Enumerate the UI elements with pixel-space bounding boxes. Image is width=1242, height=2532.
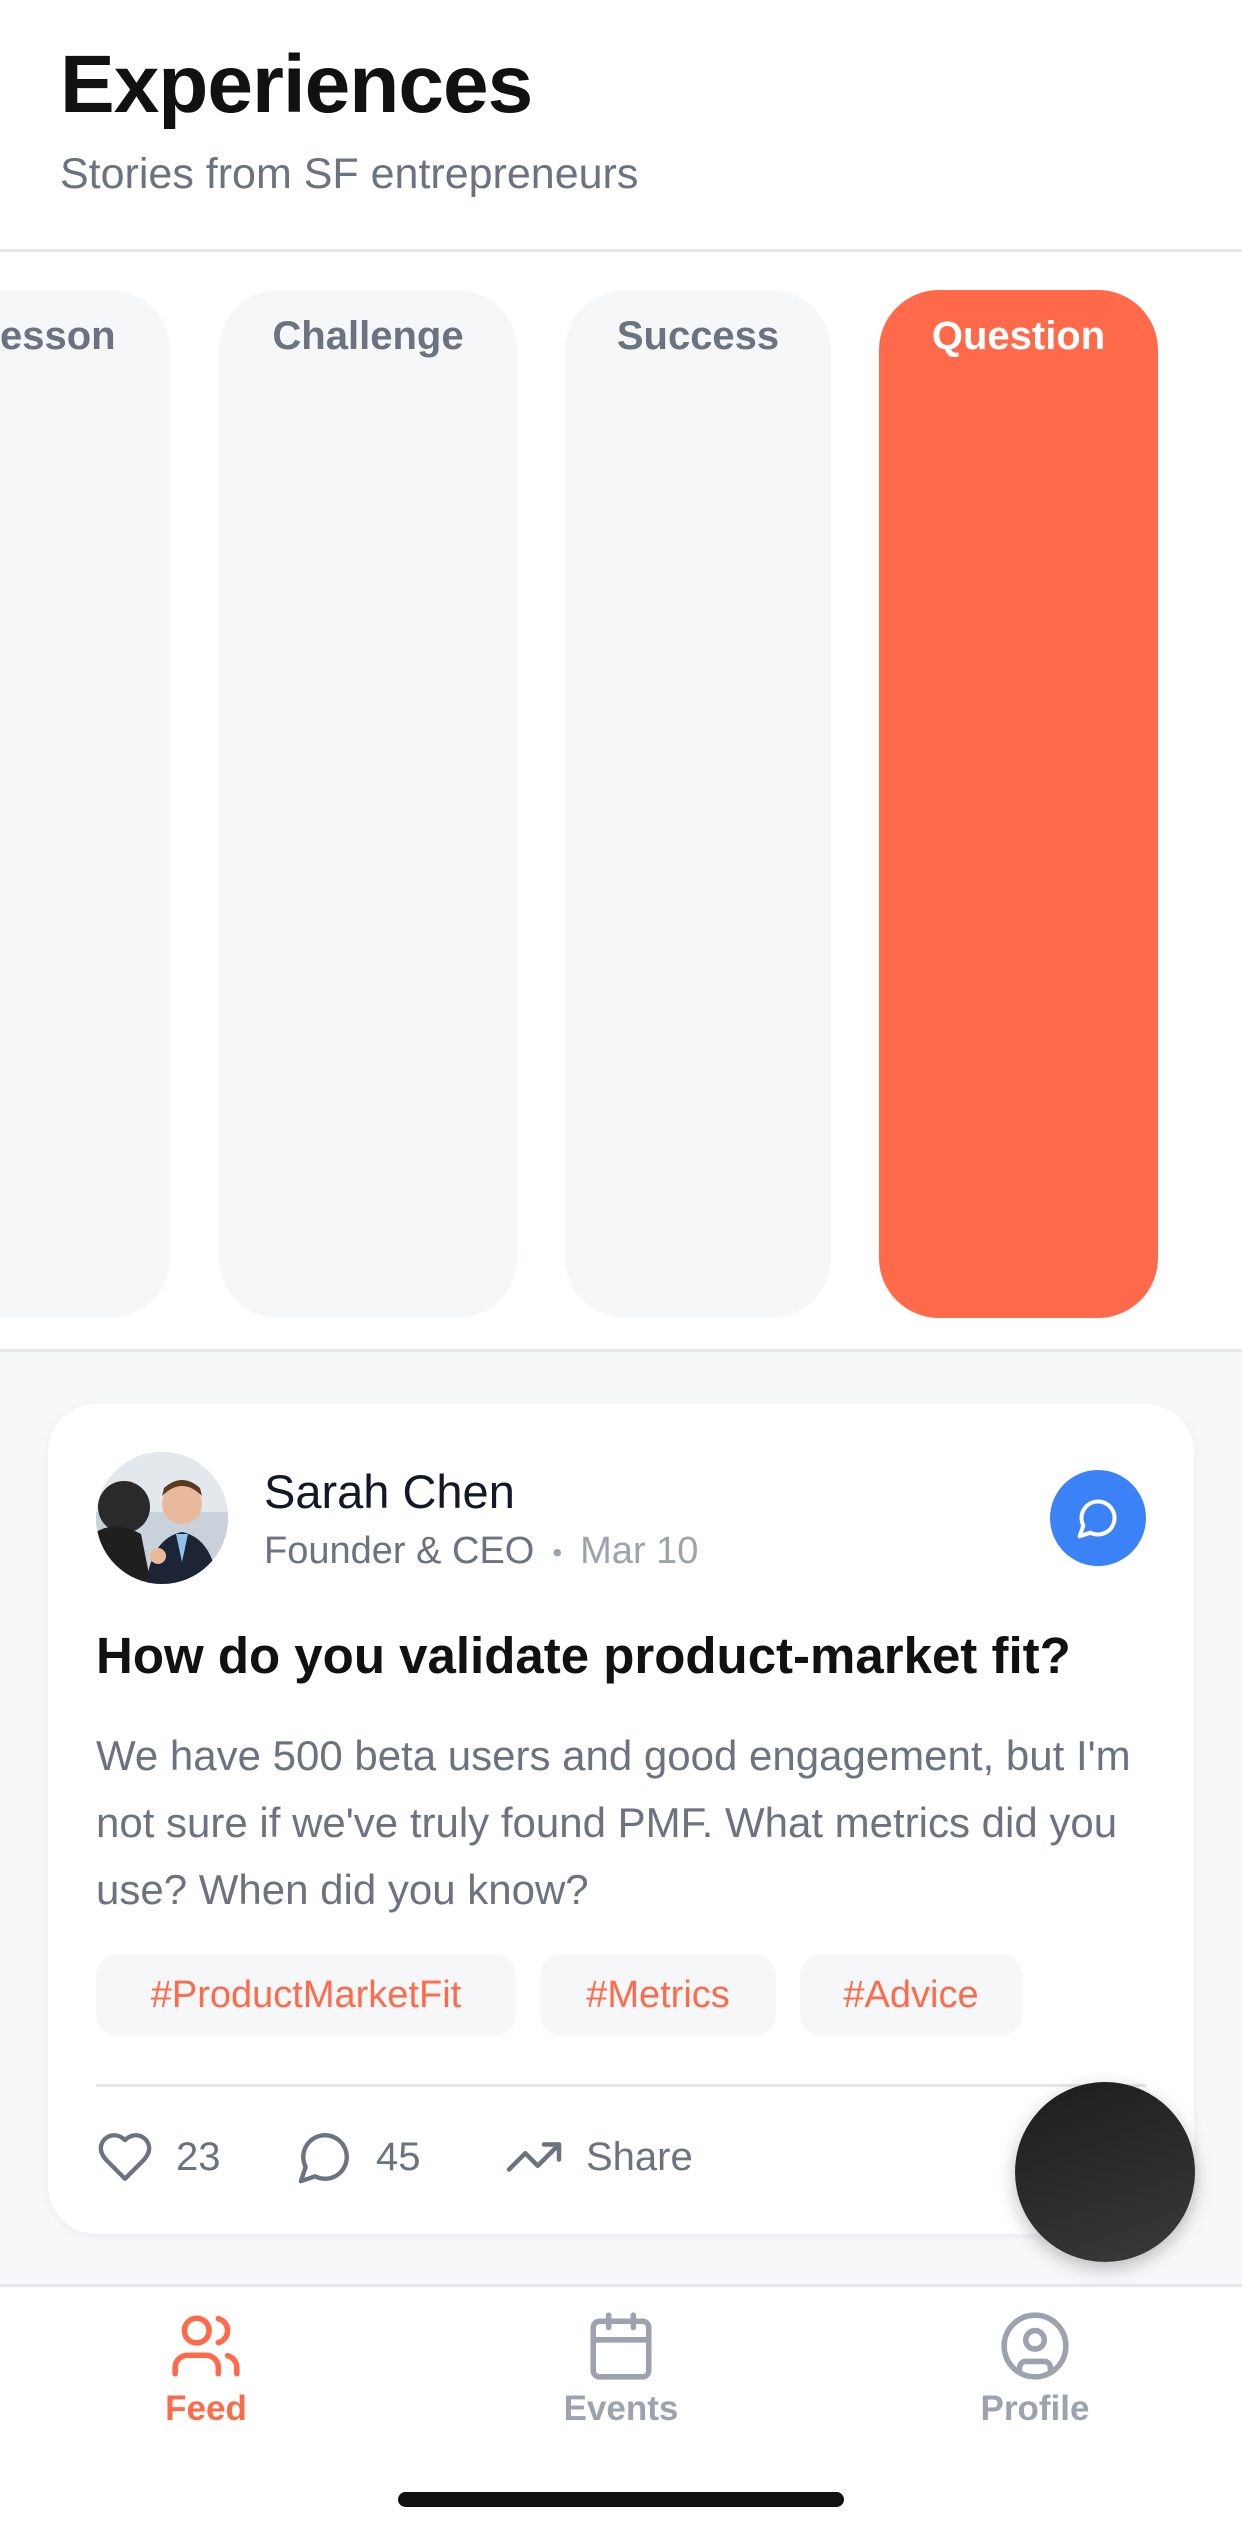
filter-chip-challenge[interactable]: Challenge: [219, 290, 517, 1318]
author-meta: Founder & CEO • Mar 10: [264, 1530, 698, 1573]
share-label: Share: [586, 2134, 693, 2179]
share-button[interactable]: Share: [504, 2124, 693, 2190]
tab-label: Profile: [980, 2389, 1090, 2428]
tab-events[interactable]: Events: [471, 2309, 771, 2459]
header: Experiences Stories from SF entrepreneur…: [0, 0, 1242, 252]
filter-chip-lesson[interactable]: esson: [0, 290, 170, 1318]
home-indicator[interactable]: [398, 2492, 844, 2507]
like-count: 23: [176, 2134, 221, 2179]
filter-chip-label: Success: [616, 314, 780, 358]
heart-icon: [98, 2133, 152, 2181]
chat-bubble-icon: [1077, 1499, 1117, 1539]
like-button[interactable]: 23: [96, 2124, 221, 2190]
tab-feed[interactable]: Feed: [56, 2309, 356, 2459]
filter-chip-label: Challenge: [272, 314, 464, 358]
tag-chip[interactable]: #Advice: [800, 1954, 1022, 2036]
filter-chip-label: Question: [931, 314, 1106, 358]
comment-icon: [298, 2133, 349, 2184]
filter-chip-success[interactable]: Success: [565, 290, 831, 1318]
tag-chip[interactable]: #Metrics: [540, 1954, 776, 2036]
page-title: Experiences: [60, 39, 533, 130]
tab-label: Feed: [165, 2389, 247, 2428]
comment-count: 45: [376, 2134, 421, 2179]
author-name[interactable]: Sarah Chen: [264, 1464, 515, 1519]
tab-label: Events: [563, 2389, 679, 2428]
comment-button[interactable]: 45: [296, 2124, 421, 2190]
post-card[interactable]: Sarah Chen Founder & CEO • Mar 10 How do y…: [48, 1404, 1194, 2234]
filter-chip-label: esson: [0, 314, 116, 358]
post-body: We have 500 beta users and good engageme…: [96, 1732, 1131, 1913]
calendar-icon: [590, 2312, 652, 2380]
filter-chip-question[interactable]: Question: [879, 290, 1158, 1318]
post-date: Mar 10: [580, 1530, 699, 1572]
message-author-button[interactable]: [1050, 1470, 1146, 1566]
avatar[interactable]: [96, 1452, 228, 1584]
divider: [96, 2084, 1146, 2087]
tag-chip[interactable]: #ProductMarketFit: [96, 1954, 516, 2036]
user-circle-icon: [1001, 2312, 1069, 2380]
floating-action-button[interactable]: [1015, 2082, 1195, 2262]
category-filter-strip: esson Challenge Success Question: [0, 252, 1242, 1352]
author-role: Founder & CEO: [264, 1530, 535, 1572]
tab-profile[interactable]: Profile: [885, 2309, 1185, 2459]
post-title[interactable]: How do you validate product-market fit?: [96, 1626, 1071, 1685]
page-subtitle: Stories from SF entrepreneurs: [60, 150, 639, 198]
meta-separator: •: [552, 1536, 563, 1568]
trending-up-icon: [506, 2142, 562, 2172]
avatar-photo: [96, 1452, 228, 1584]
users-icon: [172, 2315, 240, 2377]
